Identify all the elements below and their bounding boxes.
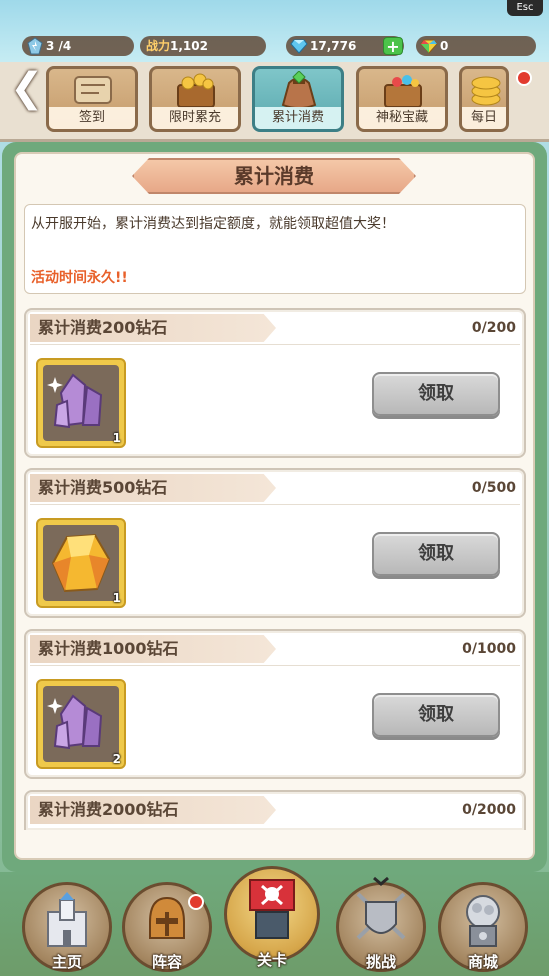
nav-label: 商城 [467,953,498,971]
coin-stack-icon [471,76,501,106]
rainbow-gem-counter[interactable]: 0 [416,36,536,56]
lightning-crystal-icon [27,37,43,55]
nav-label: 主页 [51,953,82,971]
tab-limited-recharge[interactable]: 限时累充 [149,66,241,132]
divider [30,344,520,345]
esc-button[interactable]: Esc [507,0,543,16]
rainbow-gem-icon [420,39,438,54]
tab-daily[interactable]: 每日 [459,66,509,132]
reward-card: 累计消费2000钻石 0/2000 [24,790,526,830]
diamond-icon [290,39,308,54]
panel-title: 累计消费 [132,158,416,194]
nav-home[interactable]: 主页 [18,878,116,976]
event-description: 从开服开始，累计消费达到指定额度，就能领取超值大奖！ [31,216,395,232]
tab-label: 限时累充 [152,107,238,129]
claim-button[interactable]: 领取 [372,693,500,737]
rainbow-gem-value: 0 [440,39,449,53]
money-bag-icon [281,71,317,109]
reward-title: 累计消费2000钻石 [30,796,276,824]
reward-title: 累计消费500钻石 [30,474,276,502]
reward-item-slot[interactable]: 1 [36,358,126,448]
reward-title: 累计消费200钻石 [30,314,276,342]
reward-card: 累计消费200钻石 0/200 1 领取 [24,308,526,458]
tab-label: 神秘宝藏 [359,107,445,129]
claim-button[interactable]: 领取 [372,532,500,576]
stamina-value: 3 /4 [46,39,72,53]
nav-label: 关卡 [256,951,287,969]
tab-label: 每日 [462,107,506,129]
reward-progress: 0/500 [471,480,516,496]
purple-crystal-icon [47,373,103,429]
stamina-counter[interactable]: 3 /4 [22,36,134,56]
power-value: 1,102 [170,39,208,53]
helmet-icon [149,896,185,939]
tab-mystery-treasure[interactable]: 神秘宝藏 [356,66,448,132]
reward-progress: 0/2000 [462,802,516,818]
item-background [43,365,119,441]
gacha-icon [466,895,500,947]
reward-item-slot[interactable]: 2 [36,679,126,769]
reward-item-slot[interactable]: 1 [36,518,126,608]
purple-crystal-icon [47,694,103,750]
tab-label: 签到 [49,107,135,129]
treasure-chest-icon [384,75,422,108]
item-background [43,686,119,762]
reward-progress: 0/200 [471,320,516,336]
tab-label: 累计消费 [255,107,341,129]
divider [30,665,520,666]
reward-card: 累计消费1000钻石 0/1000 2 领取 [24,629,526,779]
notification-badge [188,894,204,910]
chevron-left-icon[interactable]: ❮ [10,68,44,112]
reward-progress: 0/1000 [462,641,516,657]
item-quantity: 2 [112,752,121,766]
item-background [43,525,119,601]
nav-stages[interactable]: 关卡 [220,862,324,974]
nav-shop[interactable]: 商城 [434,878,532,976]
diamond-value: 17,776 [310,39,357,53]
gold-chest-icon [177,73,215,108]
tab-sign-in[interactable]: 签到 [46,66,138,132]
event-description-box: 从开服开始，累计消费达到指定额度，就能领取超值大奖！ 活动时间永久!! [24,204,526,294]
nav-lineup[interactable]: 阵容 [118,878,216,976]
reward-title: 累计消费1000钻石 [30,635,276,663]
item-quantity: 1 [112,591,121,605]
shield-swords-icon [356,876,406,940]
nav-label: 阵容 [151,953,182,971]
combat-power: 战力1,102 [140,36,266,56]
claim-button[interactable]: 领取 [372,372,500,416]
add-diamond-button[interactable]: + [383,37,403,56]
nav-label: 挑战 [365,953,396,971]
gold-gem-icon [51,533,111,593]
castle-icon [47,892,87,947]
tab-cumulative-spend[interactable]: 累计消费 [252,66,344,132]
divider [30,504,520,505]
power-label: 战力 [146,39,171,53]
pirate-flag-icon [249,879,295,939]
notification-badge [516,70,532,86]
reward-card: 累计消费500钻石 0/500 1 领取 [24,468,526,618]
item-quantity: 1 [112,431,121,445]
event-duration: 活动时间永久!! [31,270,128,286]
nav-challenge[interactable]: 挑战 [332,876,430,976]
sign-in-scroll-icon [74,76,112,104]
